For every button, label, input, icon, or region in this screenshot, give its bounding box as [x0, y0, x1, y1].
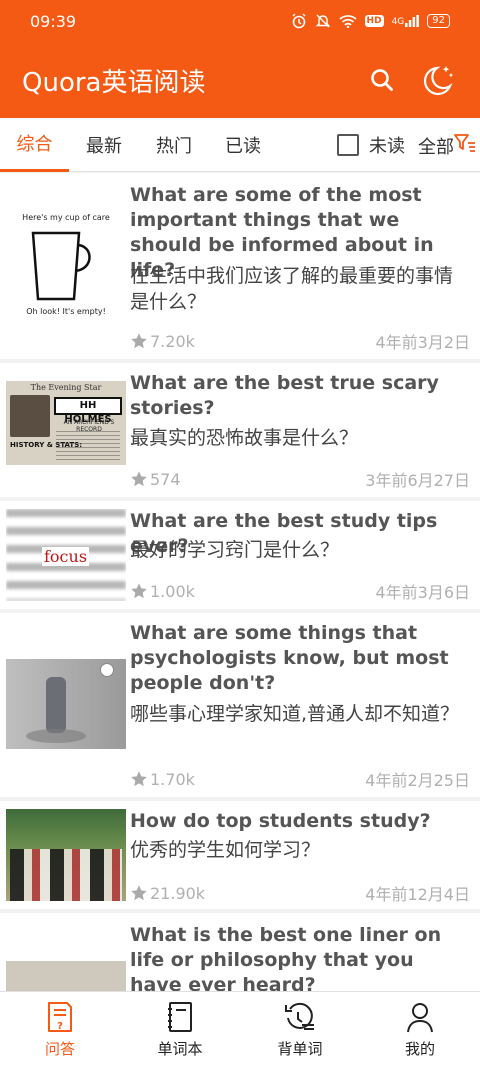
- user-icon: [407, 1003, 433, 1033]
- article-card[interactable]: The Evening Star HH HOLMES AN ARCHFIEND'…: [0, 363, 480, 497]
- bottom-nav: ? 问答 单词本 背单词 我的: [0, 991, 480, 1067]
- star-value: 1.70k: [150, 769, 195, 789]
- article-meta: 574 3年前6月27日: [130, 467, 470, 491]
- thumb-people: [10, 849, 122, 901]
- article-thumbnail: [6, 659, 126, 749]
- thumb-focus-word: focus: [42, 547, 90, 566]
- article-date: 4年前3月6日: [375, 583, 470, 602]
- article-thumbnail: focus: [6, 509, 126, 601]
- nav-review-label: 背单词: [277, 1040, 323, 1058]
- status-time: 09:39: [30, 11, 77, 31]
- hd-badge: HD: [364, 15, 384, 27]
- article-title-zh: 最好的学习窍门是什么？: [130, 539, 340, 561]
- thumb-clock: [100, 663, 114, 677]
- review-history-icon: [285, 1002, 314, 1030]
- star-value: 7.20k: [150, 331, 195, 351]
- article-date: 4年前12月4日: [365, 885, 470, 904]
- article-list[interactable]: Here's my cup of care Oh look! It's empt…: [0, 173, 480, 991]
- nav-qa-label: 问答: [44, 1040, 75, 1058]
- wifi-icon: [338, 14, 357, 28]
- svg-text:?: ?: [57, 1021, 63, 1032]
- notebook-icon: [168, 1002, 192, 1032]
- star-value: 21.90k: [150, 883, 206, 903]
- filter-dropdown[interactable]: 全部: [418, 132, 476, 159]
- nav-wordbook-label: 单词本: [157, 1040, 203, 1058]
- article-title-en: What is the best one liner on life or ph…: [130, 924, 442, 991]
- tab-popular[interactable]: 热门: [139, 118, 209, 172]
- unread-label: 未读: [369, 136, 405, 157]
- unread-toggle[interactable]: 未读: [337, 132, 405, 158]
- star-count: 574: [130, 470, 181, 489]
- thumb-newspaper-header: The Evening Star: [30, 383, 102, 392]
- signal-label: 4G: [391, 17, 405, 27]
- thumb-caption-top: Here's my cup of care: [22, 213, 110, 222]
- star-count: 21.90k: [130, 884, 205, 903]
- article-title-en: What are some things that psychologists …: [130, 622, 449, 694]
- star-icon: [131, 583, 147, 599]
- star-count: 1.00k: [130, 582, 195, 601]
- category-tabs: 综合 最新 热门 已读 未读 全部: [0, 118, 480, 172]
- article-title-zh: 优秀的学生如何学习？: [130, 839, 321, 861]
- app-title: Quora英语阅读: [22, 67, 206, 98]
- article-title-zh: 最真实的恐怖故事是什么？: [130, 427, 359, 449]
- nav-wordbook[interactable]: 单词本: [120, 992, 240, 1067]
- star-count: 1.70k: [130, 770, 195, 789]
- qa-doc-icon: ?: [48, 1002, 72, 1032]
- article-meta: 7.20k 4年前3月2日: [130, 329, 470, 353]
- article-title-zh: 在生活中我们应该了解的最重要的事情是什么？: [130, 265, 454, 313]
- star-icon: [131, 333, 147, 349]
- tab-comprehensive[interactable]: 综合: [0, 118, 69, 172]
- article-thumbnail: Here's my cup of care Oh look! It's empt…: [6, 213, 126, 316]
- thumb-caption-bottom: Oh look! It's empty!: [26, 307, 106, 316]
- nav-review[interactable]: 背单词: [240, 992, 360, 1067]
- thumb-person: [46, 677, 66, 733]
- night-mode-icon[interactable]: [418, 60, 458, 100]
- thumb-portrait: [10, 395, 50, 437]
- star-icon: [131, 885, 147, 901]
- tab-latest[interactable]: 最新: [69, 118, 139, 172]
- article-thumbnail: [6, 809, 126, 901]
- star-count: 7.20k: [130, 332, 195, 351]
- article-card[interactable]: Here's my cup of care Oh look! It's empt…: [0, 173, 480, 359]
- star-value: 574: [150, 469, 181, 489]
- article-date: 3年前6月27日: [365, 471, 470, 490]
- article-card[interactable]: What are some things that psychologists …: [0, 613, 480, 797]
- unread-checkbox[interactable]: [337, 134, 359, 156]
- article-card[interactable]: What is the best one liner on life or ph…: [0, 913, 480, 991]
- article-title-zh: 哪些事心理学家知道,普通人却不知道？: [130, 703, 460, 725]
- signal-indicator: 4G: [392, 15, 420, 27]
- filter-icon: [454, 132, 476, 159]
- status-icons: HD 4G 92: [291, 13, 450, 29]
- star-icon: [131, 471, 147, 487]
- thumb-name-box: HH HOLMES: [54, 397, 122, 425]
- article-meta: 1.70k 4年前2月25日: [130, 767, 470, 791]
- status-bar: 09:39 HD 4G 92: [0, 0, 480, 42]
- thumb-text-lines: [56, 431, 120, 461]
- tab-read[interactable]: 已读: [209, 118, 277, 172]
- nav-qa[interactable]: ? 问答: [0, 992, 120, 1067]
- article-card[interactable]: How do top students study? 优秀的学生如何学习？ 21…: [0, 801, 480, 909]
- article-meta: 21.90k 4年前12月4日: [130, 881, 470, 905]
- thumb-shadow: [26, 729, 86, 743]
- article-thumbnail: The Evening Star HH HOLMES AN ARCHFIEND'…: [6, 381, 126, 465]
- article-card[interactable]: focus What are the best study tips ever?…: [0, 501, 480, 609]
- nav-profile-label: 我的: [404, 1040, 435, 1058]
- star-value: 1.00k: [150, 581, 195, 601]
- mute-bell-icon: [315, 13, 331, 29]
- cup-icon: [31, 231, 91, 301]
- article-meta: 1.00k 4年前3月6日: [130, 579, 470, 603]
- article-date: 4年前3月2日: [375, 333, 470, 352]
- filter-label: 全部: [418, 136, 454, 158]
- article-date: 4年前2月25日: [365, 771, 470, 790]
- nav-profile[interactable]: 我的: [360, 992, 480, 1067]
- alarm-icon: [291, 13, 307, 29]
- article-title-en: What are the best true scary stories?: [130, 372, 439, 419]
- article-title-en: How do top students study?: [130, 810, 431, 832]
- battery-indicator: 92: [427, 14, 450, 28]
- search-icon[interactable]: [362, 60, 402, 100]
- article-thumbnail: [6, 961, 126, 991]
- star-icon: [131, 771, 147, 787]
- app-bar: Quora英语阅读: [0, 42, 480, 118]
